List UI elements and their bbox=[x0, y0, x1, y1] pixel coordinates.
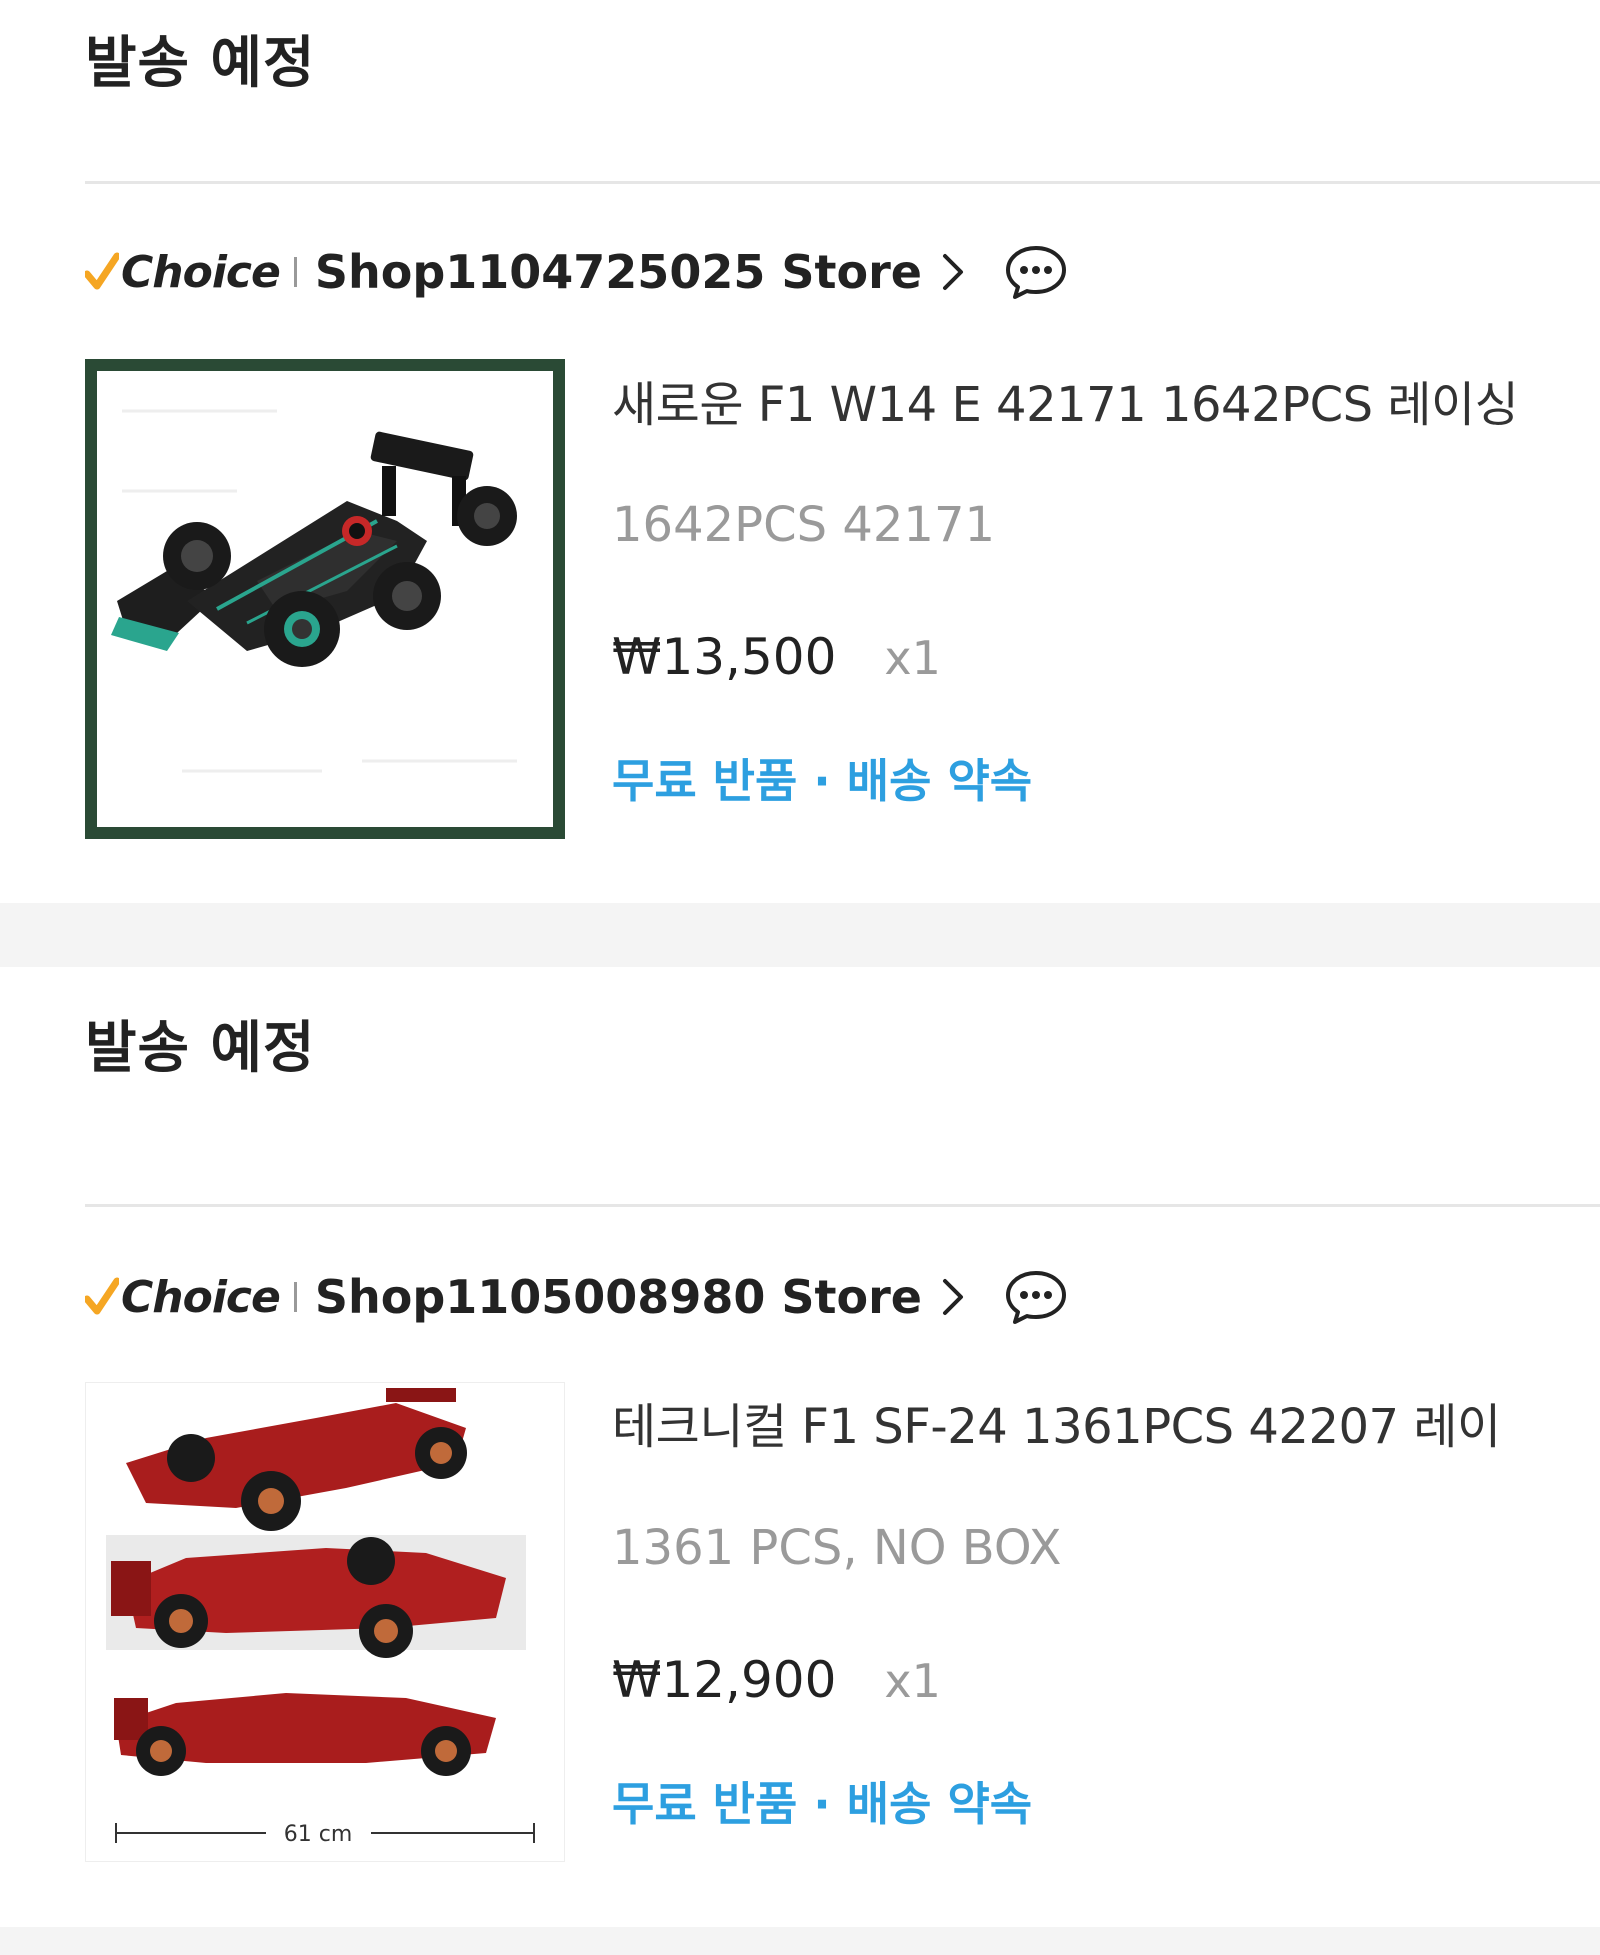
product-price: ₩12,900 bbox=[612, 1651, 837, 1709]
store-row: Choice Shop1105008980 Store bbox=[85, 1267, 1068, 1327]
benefits-badge: 무료 반품 · 배송 약속 bbox=[612, 1777, 1033, 1831]
shipping-status-title: 발송 예정 bbox=[85, 1016, 316, 1081]
shipping-status-title: 발송 예정 bbox=[85, 31, 316, 96]
f1-car-red-image: 61 cm bbox=[86, 1383, 564, 1861]
product-title-link[interactable]: 새로운 F1 W14 E 42171 1642PCS 레이싱 bbox=[612, 365, 1519, 435]
chevron-right-icon[interactable] bbox=[940, 1277, 966, 1317]
product-image[interactable] bbox=[85, 359, 565, 839]
choice-label: Choice bbox=[121, 1271, 281, 1323]
order-card: 발송 예정 Choice Shop1104725025 Store 새로운 F1… bbox=[0, 0, 1600, 903]
product-image[interactable]: 61 cm bbox=[85, 1382, 565, 1862]
store-name-link[interactable]: Shop1104725025 Store bbox=[315, 245, 922, 299]
divider bbox=[85, 1204, 1600, 1207]
image-caption: 61 cm bbox=[284, 1822, 353, 1847]
order-card: 발송 예정 Choice Shop1105008980 Store 61 cm … bbox=[0, 967, 1600, 1927]
product-quantity: x1 bbox=[884, 1654, 941, 1708]
f1-car-black-image bbox=[97, 371, 553, 827]
store-name-link[interactable]: Shop1105008980 Store bbox=[315, 1270, 922, 1324]
chat-icon[interactable] bbox=[1004, 1269, 1068, 1325]
store-row: Choice Shop1104725025 Store bbox=[85, 242, 1068, 302]
product-variant: 1642PCS 42171 bbox=[612, 497, 996, 553]
chevron-right-icon[interactable] bbox=[940, 252, 966, 292]
price-row: ₩12,900 x1 bbox=[612, 1651, 941, 1709]
badge-separator bbox=[293, 1282, 297, 1312]
product-variant: 1361 PCS, NO BOX bbox=[612, 1520, 1062, 1576]
price-row: ₩13,500 x1 bbox=[612, 628, 941, 686]
product-title-link[interactable]: 테크니컬 F1 SF-24 1361PCS 42207 레이 bbox=[612, 1387, 1501, 1457]
check-icon bbox=[85, 252, 119, 290]
divider bbox=[85, 181, 1600, 184]
choice-label: Choice bbox=[121, 246, 281, 298]
product-quantity: x1 bbox=[884, 631, 941, 685]
product-price: ₩13,500 bbox=[612, 628, 837, 686]
chat-icon[interactable] bbox=[1004, 244, 1068, 300]
choice-badge: Choice bbox=[85, 1271, 281, 1323]
badge-separator bbox=[293, 257, 297, 287]
choice-badge: Choice bbox=[85, 246, 281, 298]
benefits-badge: 무료 반품 · 배송 약속 bbox=[612, 754, 1033, 808]
check-icon bbox=[85, 1277, 119, 1315]
